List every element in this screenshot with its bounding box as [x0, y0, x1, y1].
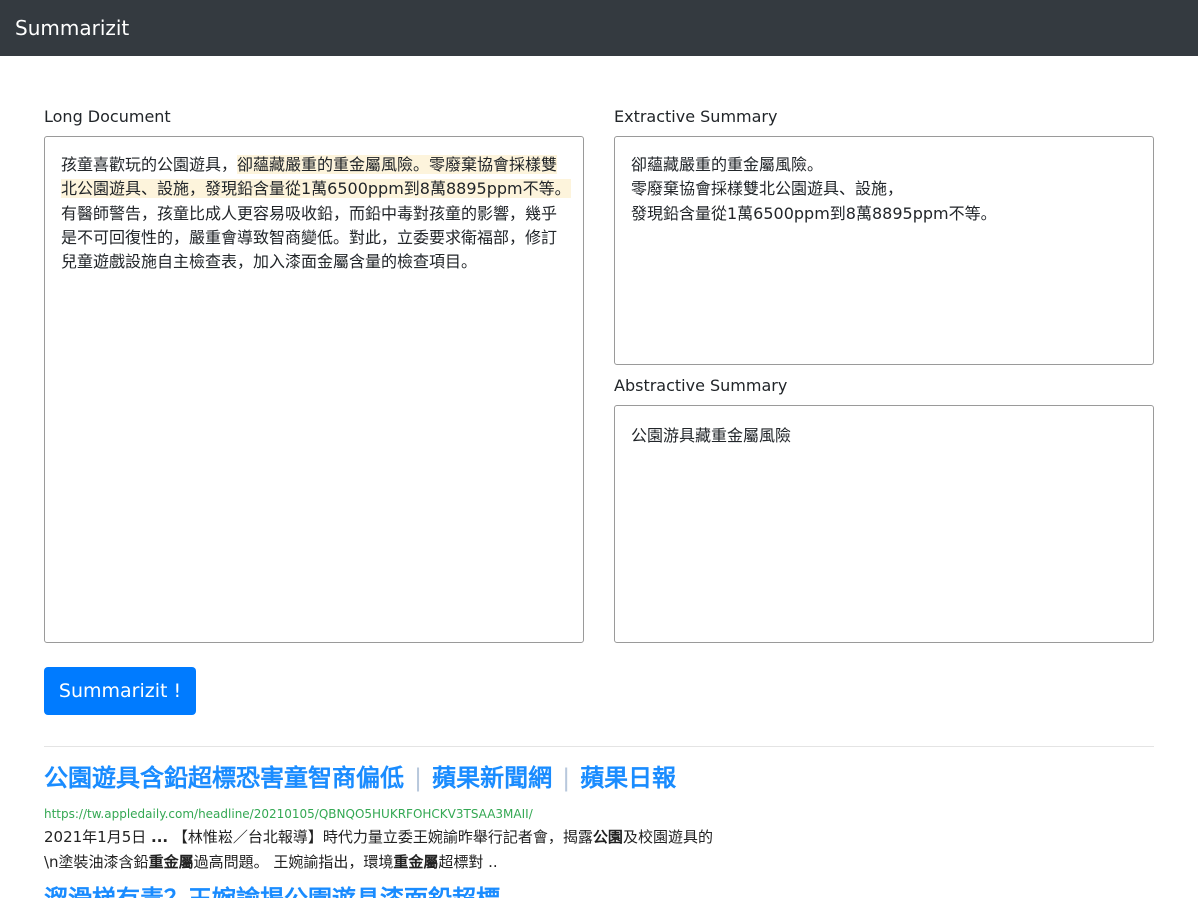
search-result-title-2[interactable]: 溜滑梯有毒？王婉諭揭公園遊具漆面鉛超標 — [44, 883, 500, 898]
title-separator: | — [562, 764, 571, 792]
navbar: Summarizit — [0, 0, 1198, 56]
summarize-button[interactable]: Summarizit ! — [44, 667, 196, 715]
result-title-site[interactable]: 蘋果新聞網 — [432, 764, 552, 792]
document-text: 孩童喜歡玩的公園遊具， — [61, 155, 238, 174]
result-title-main[interactable]: 公園遊具含鉛超標恐害童智商偏低 — [44, 764, 404, 792]
long-document-label: Long Document — [44, 107, 171, 126]
title-separator: | — [414, 764, 423, 792]
extractive-summary-textarea[interactable]: 卻蘊藏嚴重的重金屬風險。 零廢棄協會採樣雙北公園遊具、設施， 發現鉛含量從1萬6… — [614, 136, 1154, 365]
abstractive-summary-label: Abstractive Summary — [614, 376, 788, 395]
extractive-line: 零廢棄協會採樣雙北公園遊具、設施， — [631, 179, 904, 199]
snippet-keyword: ... — [151, 828, 169, 846]
extractive-line: 發現鉛含量從1萬6500ppm到8萬8895ppm不等。 — [631, 203, 997, 223]
abstractive-summary-textarea[interactable]: 公園游具藏重金屬風險 — [614, 405, 1154, 643]
extractive-summary-label: Extractive Summary — [614, 107, 778, 126]
search-result-url[interactable]: https://tw.appledaily.com/headline/20210… — [44, 806, 533, 822]
long-document-line: 兒童遊戲設施自主檢查表，加入漆面金屬含量的檢查項目。 — [61, 250, 563, 274]
document-text: 兒童遊戲設施自主檢查表，加入漆面金屬含量的檢查項目。 — [61, 252, 478, 272]
document-text: 有醫師警告，孩童比成人更容易吸收鉛，而鉛中毒對孩童的影響，幾乎 — [61, 203, 558, 223]
app-brand[interactable]: Summarizit — [15, 15, 129, 41]
document-text: 是不可回復性的，嚴重會導致智商變低。對此，立委要求衛福部，修訂 — [61, 227, 558, 247]
snippet-line: 2021年1月5日 ... 【林惟崧／台北報導】時代力量立委王婉諭昨舉行記者會，… — [44, 828, 713, 846]
long-document-line: 是不可回復性的，嚴重會導致智商變低。對此，立委要求衛福部，修訂 — [61, 226, 563, 250]
result-title-publisher[interactable]: 蘋果日報 — [580, 764, 676, 792]
long-document-line: 北公園遊具、設施，發現鉛含量從1萬6500ppm到8萬8895ppm不等。 — [61, 177, 571, 201]
search-result-snippet: 2021年1月5日 ... 【林惟崧／台北報導】時代力量立委王婉諭昨舉行記者會，… — [44, 825, 713, 875]
abstractive-text: 公園游具藏重金屬風險 — [631, 426, 792, 445]
divider — [44, 746, 1154, 747]
search-result-title[interactable]: 公園遊具含鉛超標恐害童智商偏低 | 蘋果新聞網 | 蘋果日報 — [44, 762, 676, 794]
snippet-keyword: 重金屬 — [148, 853, 194, 871]
extractive-line: 卻蘊藏嚴重的重金屬風險。 — [631, 155, 824, 174]
long-document-line: 有醫師警告，孩童比成人更容易吸收鉛，而鉛中毒對孩童的影響，幾乎 — [61, 202, 563, 226]
highlighted-sentence: 北公園遊具、設施，發現鉛含量從1萬6500ppm到8萬8895ppm不等。 — [61, 179, 571, 199]
snippet-line: \n塗裝油漆含鉛重金屬過高問題。 王婉諭指出，環境重金屬超標對 .. — [44, 853, 498, 871]
highlighted-sentence: 卻蘊藏嚴重的重金屬風險。零廢棄協會採樣雙 — [237, 155, 558, 174]
long-document-line: 孩童喜歡玩的公園遊具，卻蘊藏嚴重的重金屬風險。零廢棄協會採樣雙 — [61, 153, 563, 177]
snippet-keyword: 重金屬 — [393, 853, 439, 871]
snippet-keyword: 公園 — [592, 828, 623, 846]
long-document-textarea[interactable]: 孩童喜歡玩的公園遊具，卻蘊藏嚴重的重金屬風險。零廢棄協會採樣雙 北公園遊具、設施，… — [44, 136, 584, 643]
